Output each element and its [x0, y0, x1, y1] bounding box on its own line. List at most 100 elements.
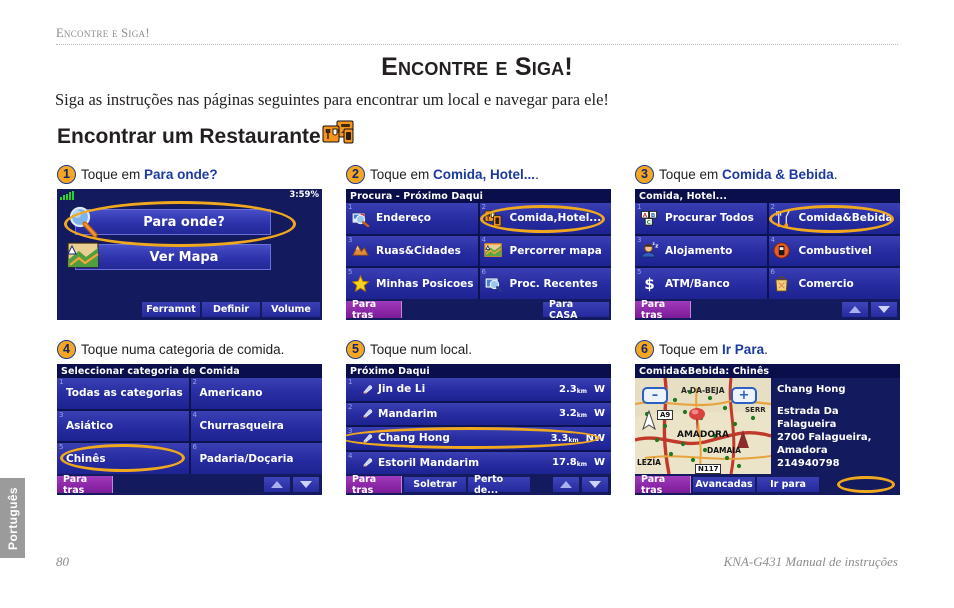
main-menu-button-2[interactable]: Ver Mapa: [67, 242, 271, 270]
menu-cell-index: 3: [637, 235, 642, 244]
page-title: Encontre e Siga!: [381, 53, 573, 81]
result-row-name: Chang Hong: [378, 432, 450, 445]
menu-cell-4[interactable]: 4 Churrasqueira: [190, 410, 322, 442]
result-row-index: 4: [348, 451, 353, 460]
footer-button-avancadas[interactable]: Avancadas: [693, 477, 755, 492]
menu-cell-2[interactable]: 2 Americano: [190, 378, 322, 409]
step-caption: 5 Toque num local.: [346, 339, 634, 359]
map-label-damaia: DAMAIA: [707, 446, 741, 455]
chevron-up-icon: [560, 481, 572, 488]
menu-cell-2[interactable]: 2 Comida&Bebida: [768, 203, 900, 234]
chevron-down-icon: [300, 481, 312, 488]
menu-cell-3[interactable]: 3 z z Alojamento: [635, 235, 767, 267]
menu-cell-index: 4: [481, 235, 486, 244]
step-caption-emphasis: Comida & Bebida: [722, 166, 834, 182]
menu-cell-4[interactable]: 4 Combustivel: [768, 235, 900, 267]
svg-text:$: $: [644, 275, 655, 292]
svg-text:C: C: [646, 220, 650, 226]
scroll-down-button[interactable]: [293, 477, 319, 492]
page-number: 80: [56, 554, 69, 569]
map-zoom-in-button[interactable]: +: [731, 387, 757, 404]
footer-button-para-tras[interactable]: Para tras: [346, 299, 402, 320]
running-head: Encontre e Siga!: [56, 26, 150, 40]
main-menu-button-1[interactable]: Para onde?: [69, 206, 271, 238]
menu-cell-label: Ruas&Cidades: [376, 244, 461, 257]
map-pin-icon: [687, 406, 707, 440]
footer-button-para-tras[interactable]: Para tras: [346, 474, 402, 495]
menu-cell-index: 6: [192, 443, 197, 452]
svg-text:z: z: [655, 244, 659, 250]
footer-button-para-tras[interactable]: Para tras: [57, 474, 113, 495]
result-row[interactable]: 1 Jin de Li 2.3km W: [346, 378, 611, 401]
device-screen: Próximo Daqui 1 Jin de Li 2.3km W 2 Mandarim 3…: [346, 364, 611, 495]
footer-button-definir[interactable]: Definir: [202, 302, 260, 317]
menu-cell-index: 5: [348, 268, 353, 277]
signal-bars-icon: [60, 190, 74, 200]
address-search-icon: [350, 209, 370, 227]
footer-button-soletrar[interactable]: Soletrar: [404, 477, 466, 492]
footer-button-ir-para[interactable]: Ir para: [757, 477, 819, 492]
result-row[interactable]: 4 Estoril Mandarim 17.8km W: [346, 451, 611, 474]
menu-cell-6[interactable]: 6 Comercio: [768, 268, 900, 299]
menu-cell-3[interactable]: 3 Asiático: [57, 410, 189, 442]
screen-footer: Para tras: [635, 299, 900, 320]
menu-grid: 1 Todas as categorias 2 Americano 3 Asiático 4…: [57, 378, 322, 474]
menu-cell-label: Comida&Bebida: [798, 212, 893, 225]
intro-paragraph: Siga as instruções nas páginas seguintes…: [55, 90, 609, 109]
result-row-distance: 2.3km W: [559, 383, 605, 395]
footer-button-ferramnt[interactable]: Ferramnt: [142, 302, 200, 317]
screen-footer: Para tras Avancadas Ir para: [635, 474, 900, 495]
footer-button-para-tras[interactable]: Para tras: [635, 299, 691, 320]
step-2: 2 Toque em Comida, Hotel.... Procura - Pró…: [346, 164, 634, 320]
step-caption-text: Toque em Para onde?: [81, 166, 218, 182]
menu-cell-4[interactable]: 4 Percorrer mapa: [479, 235, 611, 267]
status-clock: 3:59%: [289, 190, 319, 200]
menu-cell-5[interactable]: 5 Minhas Posicoes: [346, 268, 478, 299]
footer-button-para-tras[interactable]: Para tras: [635, 474, 691, 495]
menu-cell-1[interactable]: 1 Endereço: [346, 203, 478, 234]
menu-cell-1[interactable]: 1 Todas as categorias: [57, 378, 189, 409]
result-row-distance: 3.2km W: [559, 408, 605, 420]
menu-cell-index: 4: [770, 235, 775, 244]
shopping-bag-icon: [773, 275, 793, 293]
map-label-a-da-beja: A-DA-BEJA: [681, 386, 725, 395]
menu-cell-6[interactable]: 6 Padaria/Doçaria: [190, 443, 322, 474]
result-row[interactable]: 2 Mandarim 3.2km W: [346, 402, 611, 425]
menu-cell-3[interactable]: 3 Ruas&Cidades: [346, 235, 478, 267]
device-screen: Seleccionar categoria de Comida 1 Todas as…: [57, 364, 322, 495]
restaurant-pin-icon: [362, 384, 373, 395]
menu-cell-5[interactable]: 5 $ ATM/Banco: [635, 268, 767, 299]
lodging-icon: zz: [639, 242, 659, 260]
scroll-up-button[interactable]: [264, 477, 290, 492]
menu-cell-1[interactable]: 1 A B C Procurar Todos: [635, 203, 767, 234]
result-row-index: 3: [348, 427, 353, 435]
footer-button-perto-de-[interactable]: Perto de...: [468, 474, 530, 495]
map-zoom-out-button[interactable]: –: [642, 387, 668, 404]
scroll-down-button[interactable]: [871, 302, 897, 317]
map-view[interactable]: – + A-DA-BEJA A9 SERR AMADORA DAMAIA LEZÍA N117: [635, 378, 771, 474]
result-row-index: 2: [348, 402, 353, 411]
menu-cell-2[interactable]: 2 Comida,Hotel...: [479, 203, 611, 234]
menu-cell-label: Comida,Hotel...: [509, 212, 602, 225]
step-number-badge: 6: [635, 339, 654, 359]
menu-cell-index: 6: [481, 268, 486, 277]
menu-cell-5[interactable]: 5 Chinês: [57, 443, 189, 474]
food-drink-icon: [773, 209, 793, 227]
menu-cell-label: Comercio: [798, 277, 854, 290]
scroll-up-button[interactable]: [553, 477, 579, 492]
footer-button-para-casa[interactable]: Para CASA: [543, 299, 609, 320]
result-row[interactable]: 3 Chang Hong 3.3km NW: [346, 427, 611, 450]
fuel-pump-icon: [773, 242, 793, 260]
result-row-index: 1: [348, 378, 353, 386]
step-number-badge: 3: [635, 164, 654, 184]
scroll-up-button[interactable]: [842, 302, 868, 317]
step-caption: 1 Toque em Para onde?: [57, 164, 345, 184]
scroll-down-button[interactable]: [582, 477, 608, 492]
screen-footer: Para tras: [57, 474, 322, 495]
menu-cell-6[interactable]: 6 Proc. Recentes: [479, 268, 611, 299]
menu-cell-label: Percorrer mapa: [509, 244, 602, 257]
footer-button-volume[interactable]: Volume: [262, 302, 320, 317]
menu-cell-label: Proc. Recentes: [509, 277, 598, 290]
menu-cell-index: 1: [637, 203, 642, 211]
status-bar: 3:59%: [57, 189, 322, 201]
